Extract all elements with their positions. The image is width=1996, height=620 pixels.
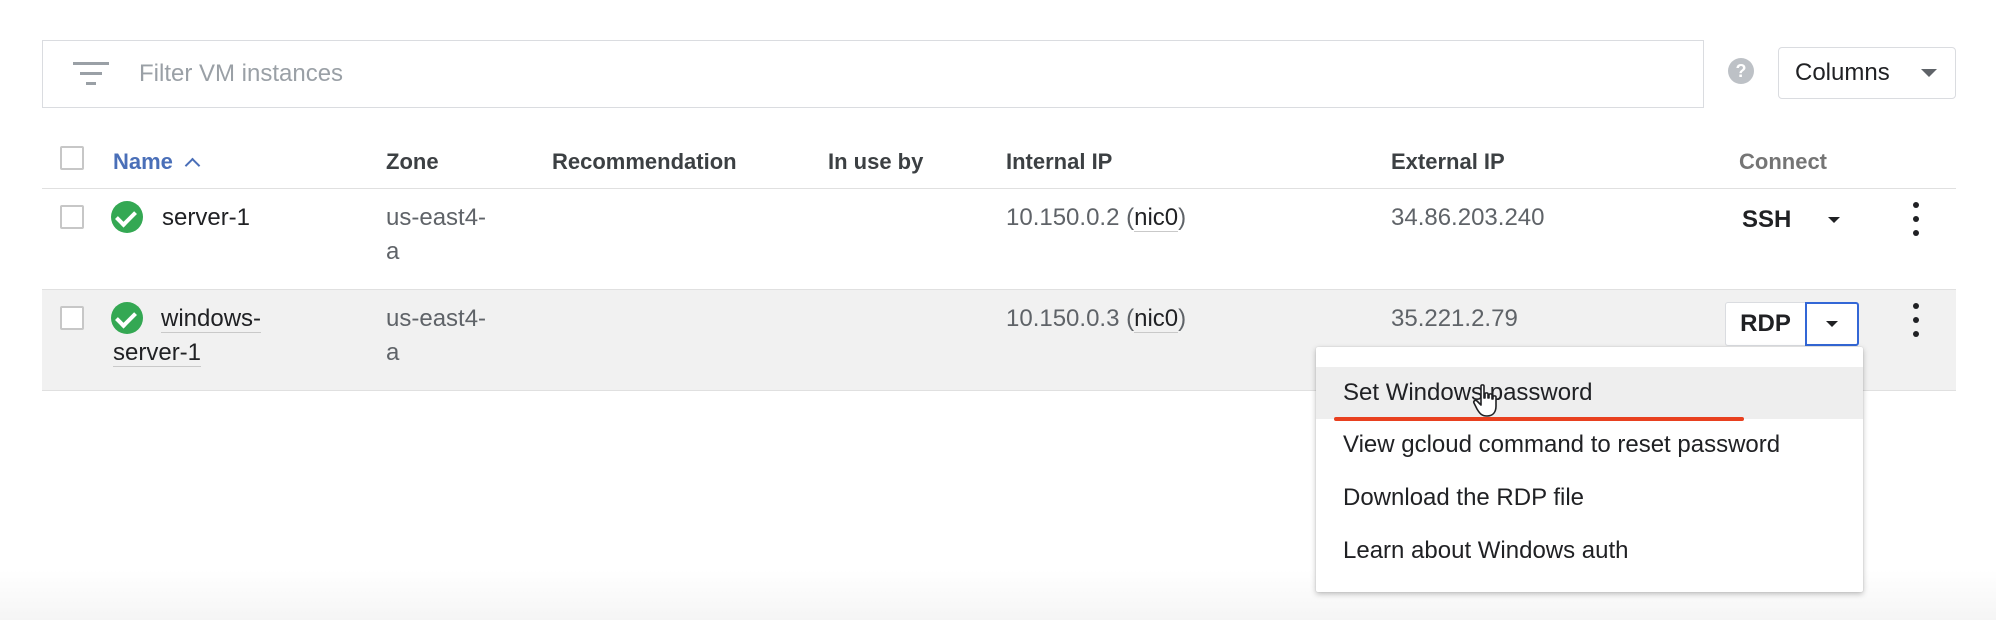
nic-link[interactable]: nic0 — [1134, 204, 1179, 232]
vm-name: server-1 — [162, 204, 251, 231]
vm-name-link[interactable]: windows- server-1 — [113, 302, 333, 370]
status-running-icon — [111, 201, 143, 233]
more-actions-icon[interactable] — [1912, 303, 1920, 337]
more-actions-icon[interactable] — [1912, 202, 1920, 236]
internal-ip-close: ) — [1178, 204, 1187, 231]
zone-line: a — [386, 339, 400, 366]
internal-ip-cell: 10.150.0.3 (nic0) — [1006, 302, 1186, 336]
zone-line: us-east4- — [386, 305, 487, 332]
menu-item-set-windows-password[interactable]: Set Windows password — [1316, 367, 1863, 419]
zone-line: us-east4- — [386, 204, 487, 231]
header-name[interactable]: Name — [113, 149, 201, 175]
internal-ip-value: 10.150.0.2 ( — [1006, 204, 1135, 231]
zone-line: a — [386, 238, 400, 265]
header-name-label: Name — [113, 149, 173, 174]
chevron-down-icon — [1921, 69, 1937, 77]
filter-input[interactable] — [135, 41, 1639, 107]
row-checkbox[interactable] — [60, 306, 84, 330]
table-row: server-1 us-east4- a 10.150.0.2 (nic0) 3… — [42, 189, 1956, 290]
rdp-button[interactable]: RDP — [1725, 302, 1805, 346]
rdp-dropdown-button[interactable] — [1805, 302, 1859, 346]
row-checkbox[interactable] — [60, 205, 84, 229]
external-ip-cell: 35.221.2.79 — [1391, 305, 1518, 332]
help-icon[interactable]: ? — [1728, 58, 1754, 84]
vm-name-line: server-1 — [113, 339, 202, 367]
ssh-button[interactable]: SSH — [1742, 206, 1791, 234]
menu-item-download-rdp-file[interactable]: Download the RDP file — [1316, 472, 1863, 524]
menu-item-learn-windows-auth[interactable]: Learn about Windows auth — [1316, 525, 1863, 577]
header-external-ip[interactable]: External IP — [1391, 149, 1505, 175]
nic-link[interactable]: nic0 — [1134, 305, 1179, 333]
sort-ascending-icon — [184, 157, 201, 174]
vm-name-link[interactable]: server-1 — [162, 201, 250, 235]
internal-ip-cell: 10.150.0.2 (nic0) — [1006, 201, 1186, 235]
header-connect: Connect — [1739, 149, 1827, 174]
internal-ip-value: 10.150.0.3 ( — [1006, 305, 1135, 332]
ssh-dropdown-icon[interactable] — [1828, 217, 1840, 223]
menu-item-view-gcloud-command[interactable]: View gcloud command to reset password — [1316, 419, 1863, 471]
header-recommendation[interactable]: Recommendation — [552, 149, 737, 175]
chevron-down-icon — [1826, 321, 1838, 327]
zone-cell: us-east4- a — [386, 201, 486, 269]
vm-name-line: windows- — [161, 305, 262, 333]
external-ip-cell: 34.86.203.240 — [1391, 204, 1545, 231]
header-in-use-by[interactable]: In use by — [828, 149, 923, 175]
zone-cell: us-east4- a — [386, 302, 486, 370]
header-internal-ip[interactable]: Internal IP — [1006, 149, 1112, 175]
hand-cursor-icon — [1472, 384, 1497, 417]
columns-button-label: Columns — [1795, 59, 1890, 86]
internal-ip-close: ) — [1178, 305, 1187, 332]
rdp-options-menu: Set Windows password View gcloud command… — [1316, 347, 1863, 592]
table-header-row: Name Zone Recommendation In use by Inter… — [42, 136, 1956, 189]
columns-button[interactable]: Columns — [1778, 47, 1956, 99]
filter-icon[interactable] — [73, 61, 109, 87]
filter-bar — [42, 40, 1704, 108]
header-zone[interactable]: Zone — [386, 149, 439, 175]
select-all-checkbox[interactable] — [60, 146, 84, 170]
highlight-underline — [1334, 417, 1744, 421]
